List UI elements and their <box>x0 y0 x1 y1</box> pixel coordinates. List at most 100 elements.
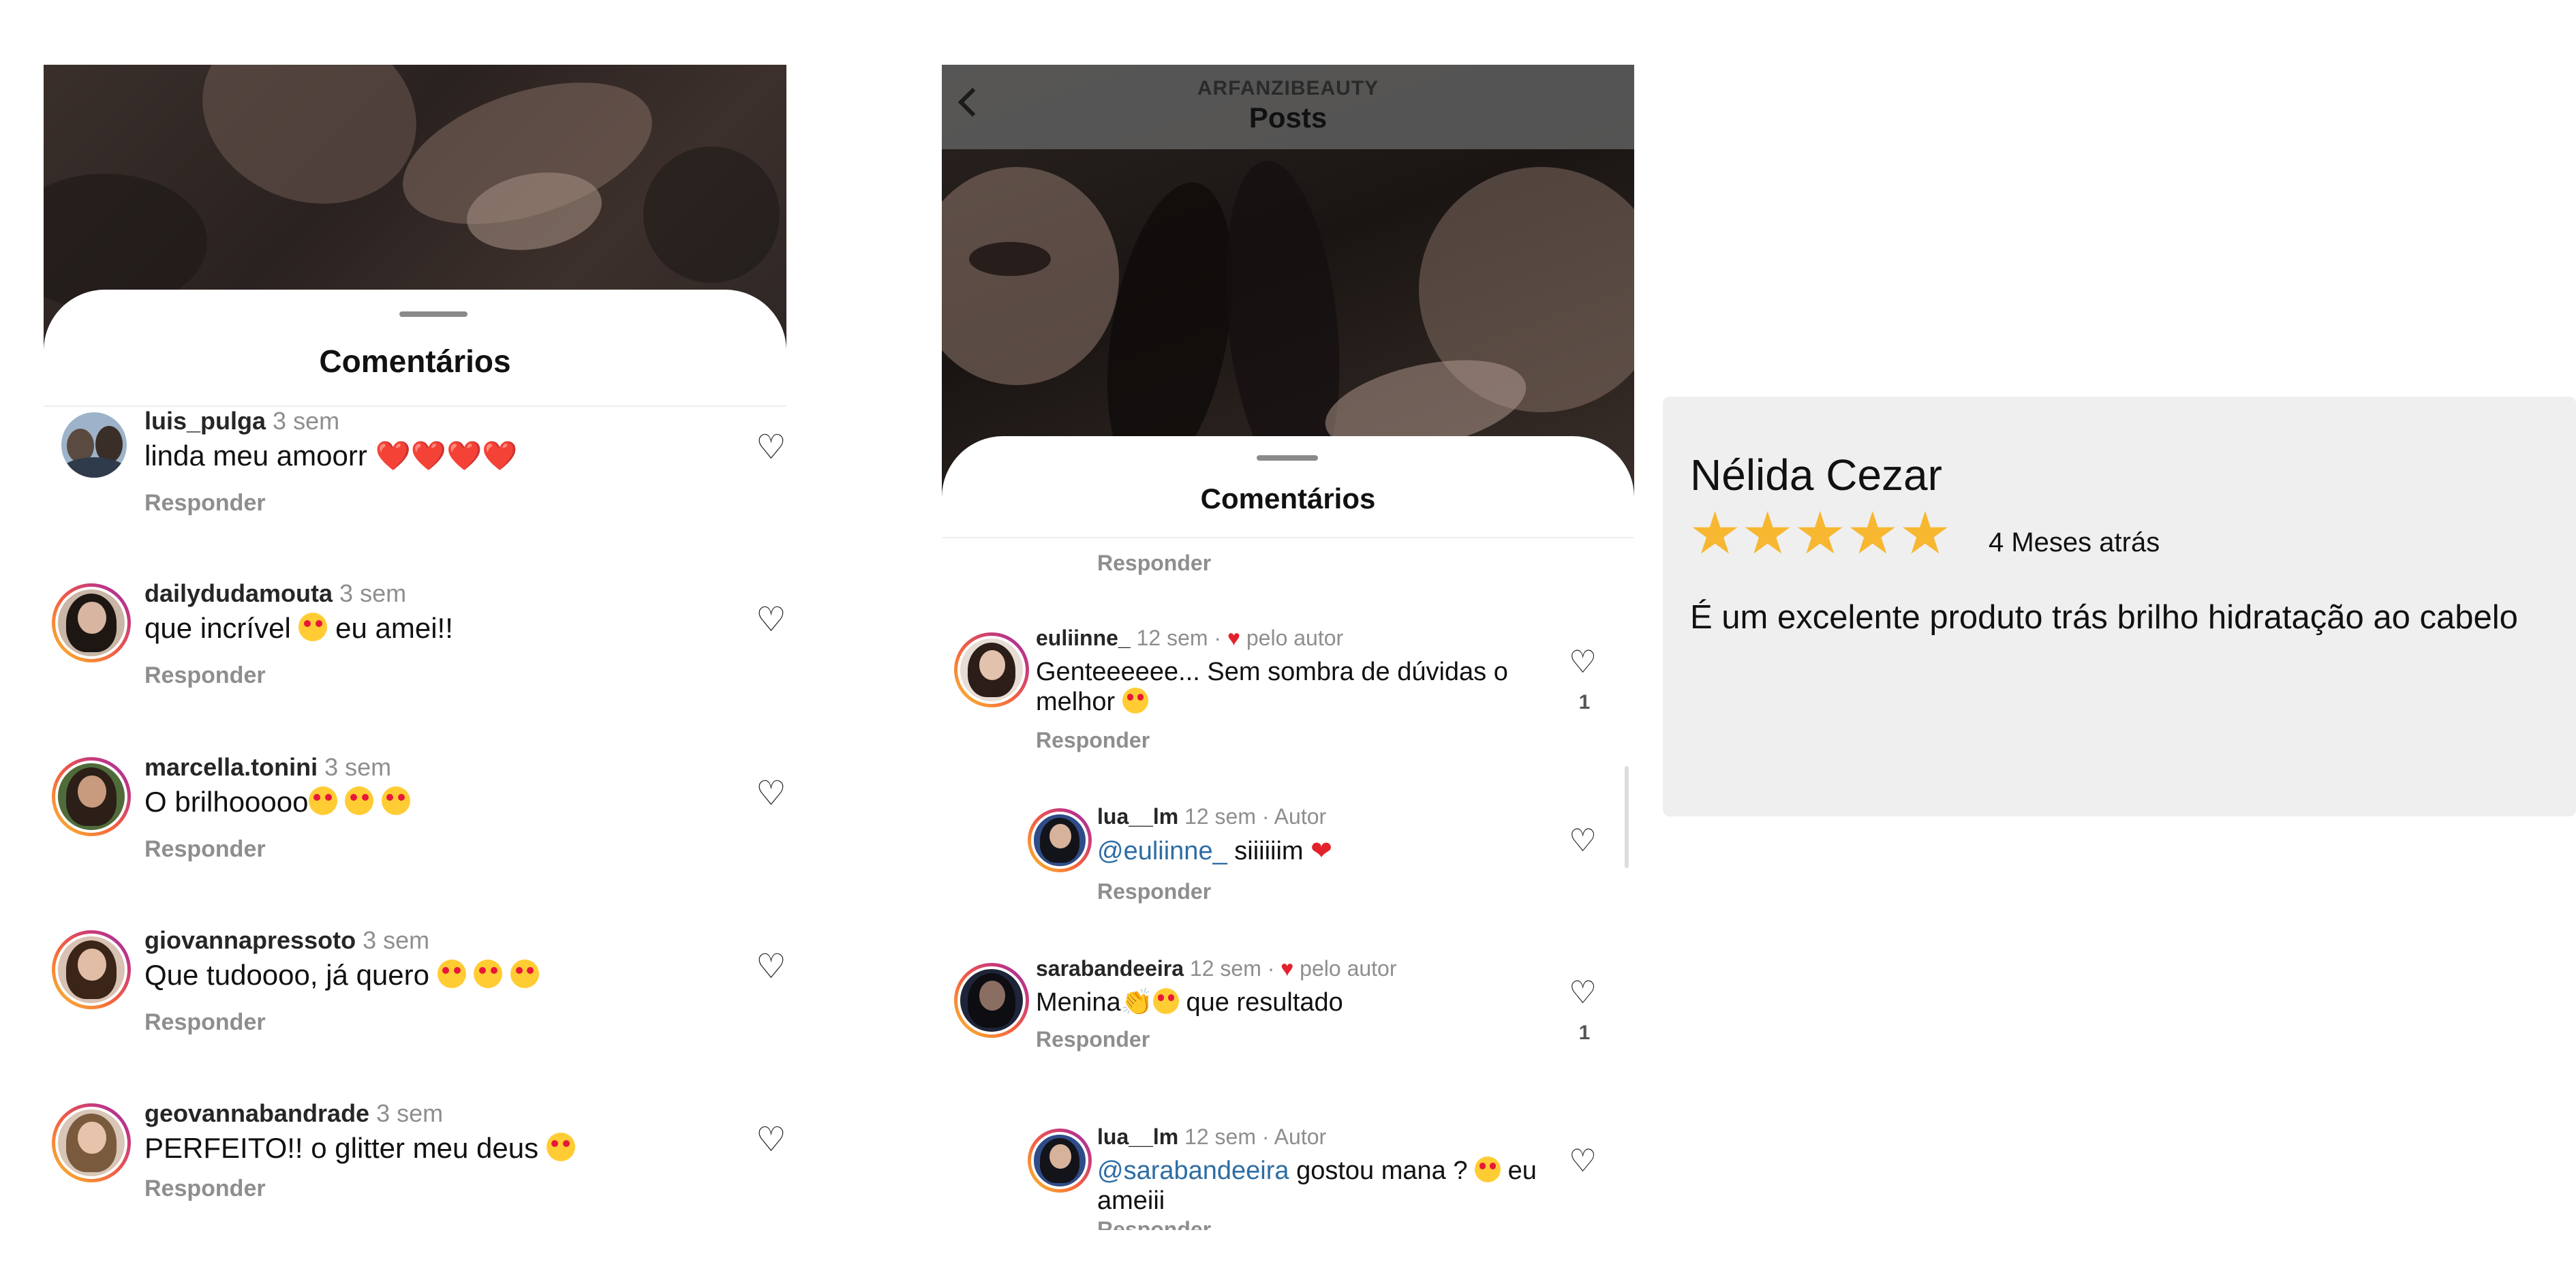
reply-button[interactable]: Responder <box>1036 728 1150 753</box>
comment-text: @sarabandeeira gostou mana ? eu ameiii <box>1097 1156 1537 1215</box>
comments-screenshot-middle: ARFANZIBEAUTY Posts Comentários Responde… <box>942 65 1634 1230</box>
sheet-handle[interactable] <box>399 311 467 317</box>
like-heart-icon[interactable]: ♡ <box>1569 1145 1597 1176</box>
reply-button[interactable]: Responder <box>144 1009 266 1036</box>
comment-meta: lua__lm 12 sem · Autor <box>1097 1124 1326 1150</box>
comment-username[interactable]: sarabandeeira <box>1036 956 1184 981</box>
comment-time: 12 sem · Autor <box>1184 1124 1327 1149</box>
heart-eyes-emoji <box>298 613 328 642</box>
sheet-title: Comentários <box>1200 482 1376 515</box>
comment-item: sarabandeeira 12 sem · ♥ pelo autor Meni… <box>942 956 1634 1092</box>
comment-time: 3 sem <box>273 407 340 435</box>
comment-username[interactable]: euliinne_ <box>1036 626 1131 650</box>
sheet-handle[interactable] <box>1257 455 1318 461</box>
star-rating: ★★★★★ <box>1689 501 1952 566</box>
comments-sheet: Comentários luis_pulga 3 sem linda meu a… <box>44 290 786 1203</box>
author-heart-icon: ♥ <box>1281 956 1294 981</box>
comment-item: geovannabandrade 3 sem PERFEITO!! o glit… <box>44 1099 786 1201</box>
comment-time: 3 sem <box>339 579 407 607</box>
like-heart-icon[interactable]: ♡ <box>756 776 786 810</box>
comment-username[interactable]: luis_pulga <box>144 407 266 435</box>
heart-eyes-emoji <box>1122 687 1148 714</box>
comment-item: giovannapressoto 3 sem Que tudoooo, já q… <box>44 926 786 1049</box>
comment-username[interactable]: dailydudamouta <box>144 579 333 607</box>
comment-meta: marcella.tonini 3 sem <box>144 753 391 782</box>
comment-meta: lua__lm 12 sem · Autor <box>1097 804 1326 829</box>
heart-eyes-emoji <box>1152 987 1179 1014</box>
avatar[interactable] <box>1028 808 1092 872</box>
reply-button[interactable]: Responder <box>1036 1027 1150 1052</box>
comment-time: 3 sem <box>376 1099 444 1127</box>
heart-eyes-emoji <box>437 960 466 989</box>
like-heart-icon[interactable]: ♡ <box>756 1122 786 1156</box>
header-account: ARFANZIBEAUTY <box>1197 77 1379 99</box>
comment-item: marcella.tonini 3 sem O brilhooooo Respo… <box>44 753 786 876</box>
avatar[interactable] <box>52 583 131 662</box>
comment-text: PERFEITO!! o glitter meu deus <box>144 1132 575 1165</box>
mention-link[interactable]: @euliinne_ <box>1097 837 1227 865</box>
heart-eyes-emoji <box>1475 1156 1501 1182</box>
heart-eyes-emoji <box>345 786 374 816</box>
comment-username[interactable]: lua__lm <box>1097 804 1178 829</box>
comment-meta: geovannabandrade 3 sem <box>144 1099 443 1128</box>
reply-button[interactable]: Responder <box>144 1176 266 1202</box>
reply-button[interactable]: Responder <box>144 490 266 517</box>
reply-button[interactable]: Responder <box>1097 551 1211 576</box>
comment-time: 3 sem <box>363 926 430 954</box>
reply-button[interactable]: Responder <box>144 662 266 689</box>
like-heart-icon[interactable]: ♡ <box>756 430 786 464</box>
comment-item: dailydudamouta 3 sem que incrível eu ame… <box>44 579 786 702</box>
top-header: ARFANZIBEAUTY Posts <box>942 65 1634 149</box>
comment-time: 12 sem · <box>1136 626 1222 650</box>
avatar[interactable] <box>52 757 131 836</box>
comment-username[interactable]: lua__lm <box>1097 1124 1178 1149</box>
review-text: É um excelente produto trás brilho hidra… <box>1690 599 2518 636</box>
review-time: 4 Meses atrás <box>1989 527 2160 557</box>
heart-emoji-row: ❤️❤️❤️❤️ <box>375 440 518 472</box>
like-heart-icon[interactable]: ♡ <box>756 949 786 983</box>
sheet-title: Comentários <box>319 343 511 379</box>
avatar[interactable] <box>954 632 1029 707</box>
comment-text: O brilhooooo <box>144 786 410 818</box>
review-card: Nélida Cezar ★★★★★ 4 Meses atrás É um ex… <box>1663 397 2576 816</box>
heart-eyes-emoji <box>381 786 410 816</box>
comment-meta: giovannapressoto 3 sem <box>144 926 429 955</box>
comment-text: @euliinne_ siiiiiim ❤ <box>1097 837 1332 865</box>
comment-meta: dailydudamouta 3 sem <box>144 579 406 608</box>
reply-button[interactable]: Responder <box>144 836 266 863</box>
avatar[interactable] <box>61 412 127 478</box>
like-heart-icon[interactable]: ♡ <box>1569 646 1597 677</box>
like-heart-icon[interactable]: ♡ <box>1569 977 1597 1008</box>
comment-text: linda meu amoorr ❤️❤️❤️❤️ <box>144 440 518 472</box>
avatar[interactable] <box>1028 1129 1092 1193</box>
reply-button[interactable]: Responder <box>1097 1217 1211 1230</box>
reply-item: lua__lm 12 sem · Autor @euliinne_ siiiii… <box>942 804 1634 920</box>
sheet-divider <box>942 537 1634 538</box>
avatar[interactable] <box>52 1103 131 1182</box>
comment-item: euliinne_ 12 sem · ♥ pelo autor Genteeee… <box>942 626 1634 782</box>
like-heart-icon[interactable]: ♡ <box>1569 825 1597 856</box>
comment-text: Menina👏 que resultado <box>1036 987 1343 1017</box>
comment-text: que incrível eu amei!! <box>144 612 453 644</box>
like-heart-icon[interactable]: ♡ <box>756 602 786 637</box>
heart-eyes-emoji <box>510 960 540 989</box>
comment-username[interactable]: giovannapressoto <box>144 926 356 954</box>
like-count: 1 <box>1578 691 1591 714</box>
thread-scrollbar[interactable] <box>1625 766 1629 868</box>
avatar[interactable] <box>52 930 131 1009</box>
reply-button[interactable]: Responder <box>1097 879 1211 904</box>
author-heart-icon: ♥ <box>1227 626 1240 650</box>
comment-username[interactable]: geovannabandrade <box>144 1099 369 1127</box>
comment-time: 12 sem · Autor <box>1184 804 1327 829</box>
like-count: 1 <box>1578 1022 1591 1044</box>
heart-eyes-emoji <box>474 960 503 989</box>
heart-eyes-emoji <box>546 1133 575 1162</box>
reviewer-name: Nélida Cezar <box>1690 450 1942 500</box>
comment-text: Que tudoooo, já quero <box>144 959 540 992</box>
heart-eyes-emoji <box>308 786 337 816</box>
avatar[interactable] <box>954 963 1029 1038</box>
comment-meta: luis_pulga 3 sem <box>144 407 339 435</box>
mention-link[interactable]: @sarabandeeira <box>1097 1156 1289 1185</box>
comment-username[interactable]: marcella.tonini <box>144 753 318 781</box>
comment-meta: euliinne_ 12 sem · ♥ pelo autor <box>1036 626 1343 651</box>
